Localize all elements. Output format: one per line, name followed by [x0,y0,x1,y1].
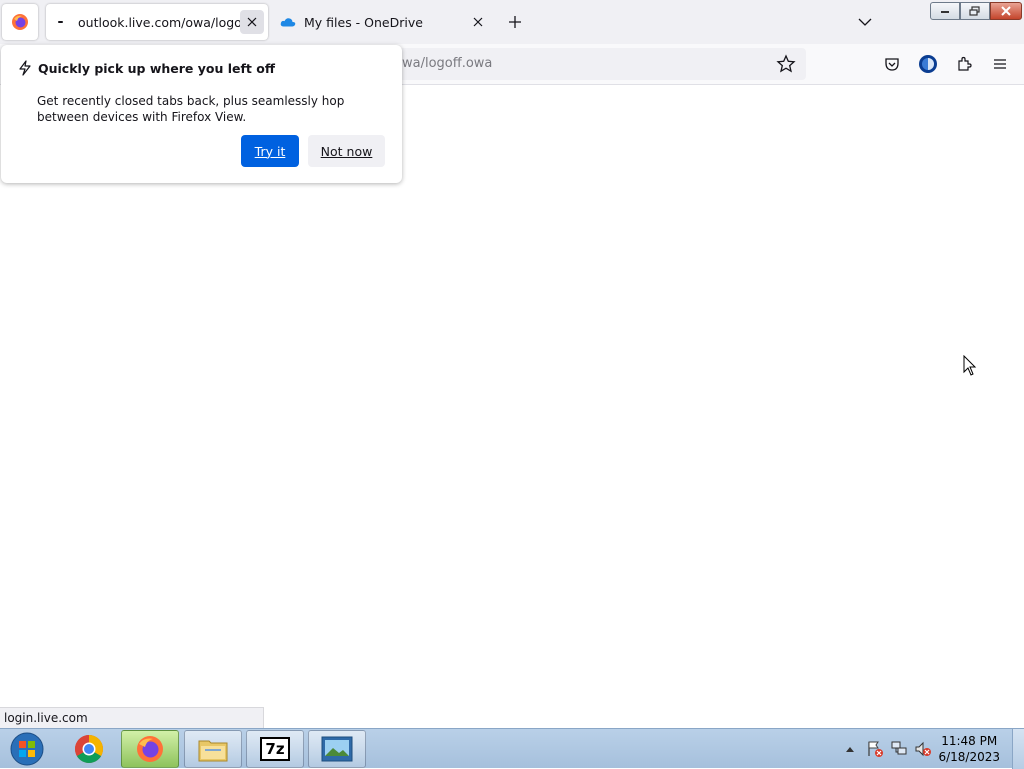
file-explorer-icon [198,740,228,762]
clock-time: 11:48 PM [941,734,998,748]
lightning-bolt-icon [19,60,31,76]
firefox-view-button[interactable] [2,4,38,40]
chevron-up-icon [846,747,854,752]
windows-orb-icon [10,732,44,766]
windows-taskbar: 7z 11:48 PM 6/18/2023 [0,728,1024,769]
close-icon [247,17,257,27]
pocket-icon [885,58,899,71]
7zip-icon: 7z [260,737,290,761]
window-caption-buttons [930,2,1022,20]
chevron-down-icon [858,18,872,26]
flag-warning-icon [868,741,883,757]
close-icon [1001,6,1011,16]
account-avatar-icon [919,55,937,73]
not-now-button[interactable]: Not now [308,135,385,167]
chrome-icon [75,735,103,763]
minimize-icon [941,11,949,13]
bookmark-star-icon[interactable] [776,54,796,74]
close-window-button[interactable] [990,2,1022,20]
plus-icon [509,16,521,28]
close-tab-button[interactable] [466,10,490,34]
hamburger-menu-icon [994,59,1006,69]
taskbar-firefox[interactable] [121,730,179,768]
taskbar-image-viewer[interactable] [308,730,366,768]
status-link-preview: login.live.com [0,707,264,728]
tab-onedrive[interactable]: My files - OneDrive [272,4,494,40]
taskbar-7zip[interactable]: 7z [246,730,304,768]
restore-icon [969,6,980,16]
extensions-button[interactable] [954,54,974,74]
show-desktop-button[interactable] [1012,729,1024,769]
system-clock[interactable]: 11:48 PM 6/18/2023 [938,733,1000,765]
firefox-view-feature-callout: Quickly pick up where you left off Get r… [1,45,402,183]
show-hidden-icons-button[interactable] [842,741,858,757]
firefox-icon [137,736,163,762]
taskbar-file-explorer[interactable] [184,730,242,768]
close-icon [473,17,483,27]
url-text: wa/logoff.owa [402,56,493,71]
tab-outlook-logoff[interactable]: outlook.live.com/owa/logoff.owa [46,4,268,40]
browser-window: outlook.live.com/owa/logoff.owa My files… [0,0,1024,728]
network-button[interactable] [888,739,910,759]
7zip-logo-text: 7z [265,740,285,758]
volume-muted-icon [915,741,931,757]
loading-icon [54,14,70,30]
tab-strip: outlook.live.com/owa/logoff.owa My files… [0,0,1024,44]
not-now-label: Not now [320,143,373,159]
callout-heading: Quickly pick up where you left off [38,60,275,76]
clock-date: 6/18/2023 [938,750,1000,764]
firefox-icon [12,14,28,30]
try-it-button[interactable]: Try it [241,135,299,167]
tab-title: outlook.live.com/owa/logoff.owa [78,14,240,30]
puzzle-icon [958,56,972,71]
close-tab-button[interactable] [240,10,264,34]
volume-button[interactable] [912,739,934,759]
pocket-button[interactable] [882,54,902,74]
minimize-button[interactable] [930,2,960,20]
tab-title: My files - OneDrive [304,14,423,30]
app-menu-button[interactable] [990,54,1010,74]
network-icon [891,741,907,755]
new-tab-button[interactable] [502,9,528,35]
start-button[interactable] [4,730,50,768]
callout-heading-row: Quickly pick up where you left off [18,60,275,76]
restore-button[interactable] [960,2,990,20]
taskbar-chrome[interactable] [60,730,118,768]
image-viewer-icon [321,736,353,762]
list-all-tabs-button[interactable] [852,9,878,35]
callout-body: Get recently closed tabs back, plus seam… [37,94,345,124]
account-button[interactable] [918,54,938,74]
mouse-cursor-icon [963,355,977,376]
notification-area [842,729,934,769]
action-center-button[interactable] [864,739,886,759]
onedrive-icon [280,14,296,30]
